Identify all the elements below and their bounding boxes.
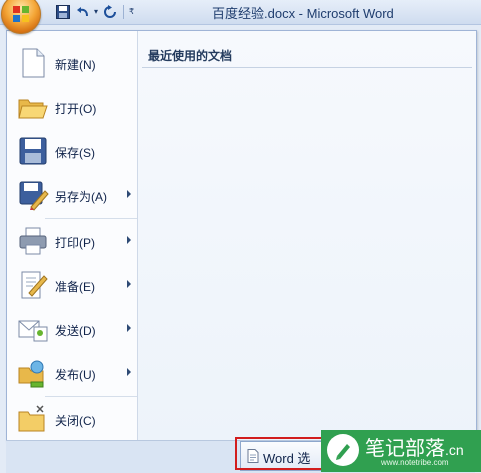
recent-documents-panel: 最近使用的文档 bbox=[138, 31, 476, 441]
save-as-icon bbox=[19, 181, 49, 211]
menu-item-label: 打印(P) bbox=[55, 236, 95, 250]
menu-item-label: 另存为(A) bbox=[55, 190, 107, 204]
menu-separator bbox=[45, 396, 137, 397]
office-menu: 新建(N) 打开(O) 保存(S) 另存为(A) 打印(P) 准备(E) 发送(… bbox=[6, 30, 477, 442]
watermark: 笔记部落.cn www.notetribe.com bbox=[321, 430, 481, 472]
menu-item-label: 发布(U) bbox=[55, 368, 96, 382]
open-folder-icon bbox=[18, 99, 48, 119]
save-icon bbox=[55, 5, 70, 19]
undo-button[interactable] bbox=[74, 4, 91, 21]
submenu-arrow-icon bbox=[127, 236, 131, 244]
watermark-name-text: 笔记部落 bbox=[365, 438, 445, 460]
menu-item-label: 关闭(C) bbox=[55, 414, 96, 428]
menu-item-open[interactable]: 打开(O) bbox=[13, 87, 137, 127]
submenu-arrow-icon bbox=[127, 324, 131, 332]
menu-item-send[interactable]: 发送(D) bbox=[13, 309, 137, 349]
menu-item-prepare[interactable]: 准备(E) bbox=[13, 265, 137, 305]
menu-item-save-as[interactable]: 另存为(A) bbox=[13, 175, 137, 215]
menu-item-label: 发送(D) bbox=[55, 324, 96, 338]
send-icon bbox=[18, 320, 48, 342]
office-button[interactable] bbox=[1, 0, 41, 34]
print-icon bbox=[19, 227, 47, 255]
recent-documents-title: 最近使用的文档 bbox=[148, 49, 233, 63]
menu-item-publish[interactable]: 发布(U) bbox=[13, 353, 137, 393]
new-document-icon bbox=[22, 48, 45, 78]
redo-icon bbox=[103, 5, 116, 18]
office-logo-icon bbox=[13, 6, 29, 22]
redo-button[interactable] bbox=[101, 4, 118, 21]
menu-item-label: 新建(N) bbox=[55, 58, 96, 72]
menu-item-new[interactable]: 新建(N) bbox=[13, 43, 137, 83]
publish-icon bbox=[18, 360, 44, 388]
menu-command-list: 新建(N) 打开(O) 保存(S) 另存为(A) 打印(P) 准备(E) 发送(… bbox=[7, 31, 137, 441]
menu-item-save[interactable]: 保存(S) bbox=[13, 131, 137, 171]
menu-item-label: 打开(O) bbox=[55, 102, 97, 116]
menu-item-label: 保存(S) bbox=[55, 146, 95, 160]
quick-access-toolbar: ▾ ₹ bbox=[54, 2, 134, 22]
watermark-suffix: .cn bbox=[445, 442, 464, 458]
submenu-arrow-icon bbox=[127, 190, 131, 198]
recent-documents-divider bbox=[142, 67, 472, 68]
submenu-arrow-icon bbox=[127, 280, 131, 288]
close-folder-icon bbox=[18, 405, 45, 432]
menu-item-close[interactable]: 关闭(C) bbox=[13, 399, 137, 439]
menu-item-print[interactable]: 打印(P) bbox=[13, 221, 137, 261]
undo-dropdown-icon[interactable]: ▾ bbox=[94, 8, 98, 16]
window-title: 百度经验.docx - Microsoft Word bbox=[212, 6, 394, 21]
menu-item-label: 准备(E) bbox=[55, 280, 95, 294]
submenu-arrow-icon bbox=[127, 368, 131, 376]
watermark-name: 笔记部落.cn bbox=[365, 432, 464, 461]
customize-qat-icon[interactable]: ₹ bbox=[129, 8, 134, 16]
highlight-box bbox=[235, 437, 327, 470]
undo-icon bbox=[76, 7, 88, 17]
menu-separator bbox=[45, 218, 137, 219]
pen-logo-icon bbox=[336, 444, 350, 460]
qat-separator bbox=[123, 5, 125, 19]
save-icon bbox=[19, 137, 47, 165]
prepare-icon bbox=[21, 271, 48, 299]
save-qat-button[interactable] bbox=[54, 4, 71, 21]
title-bar: ▾ ₹ 百度经验.docx - Microsoft Word bbox=[0, 0, 481, 25]
watermark-url: www.notetribe.com bbox=[381, 458, 449, 467]
